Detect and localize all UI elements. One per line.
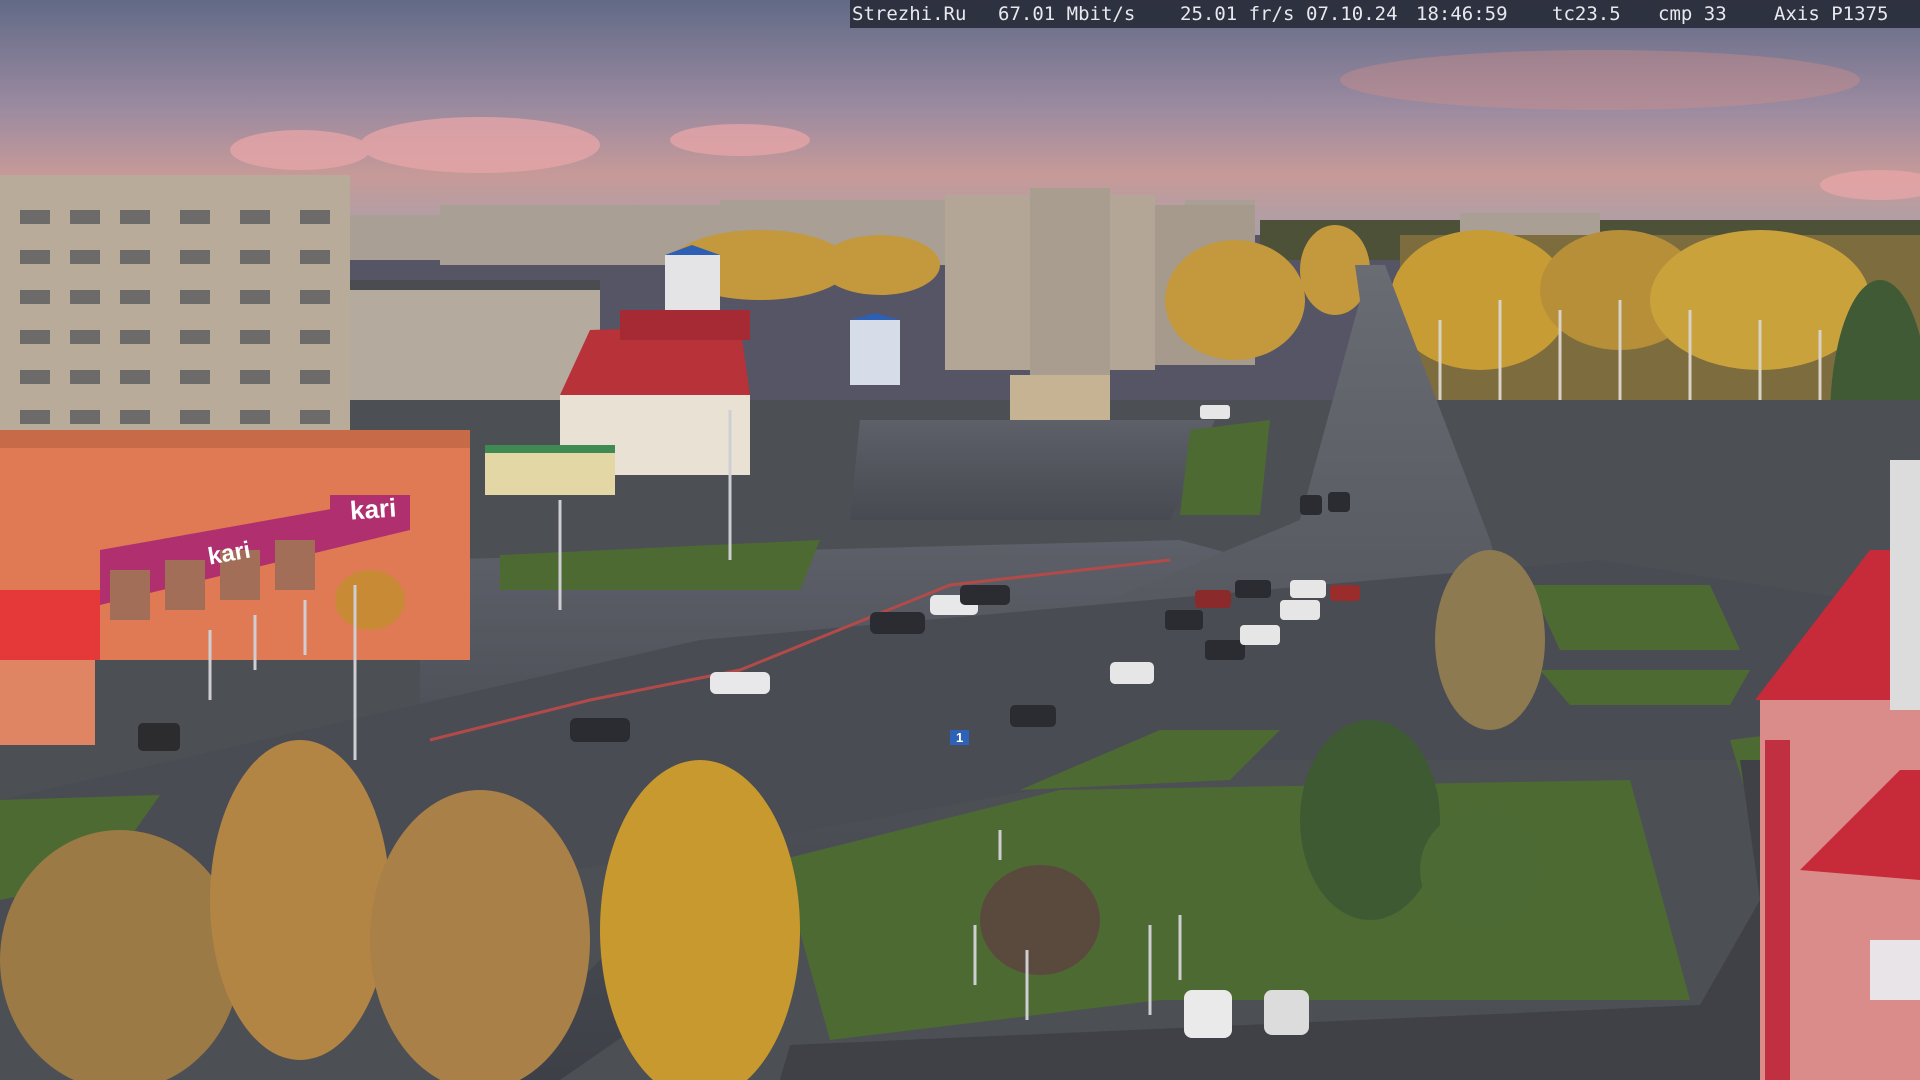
upper-plaza <box>850 420 1215 520</box>
kari-sign: kari <box>348 492 398 526</box>
camera-model: Axis P1375 <box>1774 3 1889 25</box>
small-blue-building <box>850 320 900 385</box>
site-name: Strezhi.Ru <box>852 3 967 25</box>
green-kiosk <box>485 450 615 495</box>
temperature-reading: tc23.5 <box>1552 3 1621 25</box>
beige-pavilion <box>1010 375 1110 420</box>
date: 07.10.24 <box>1306 3 1398 25</box>
bitrate: 67.01 Mbit/s <box>998 3 1136 25</box>
road-sign-number: 1 <box>950 730 970 745</box>
compression: cmp 33 <box>1658 3 1727 25</box>
webcam-scene <box>0 0 1920 1080</box>
framerate: 25.01 fr/s <box>1180 3 1295 25</box>
webcam-info-bar: Strezhi.Ru 67.01 Mbit/s 25.01 fr/s 07.10… <box>850 0 1920 28</box>
time: 18:46:59 <box>1416 3 1508 25</box>
